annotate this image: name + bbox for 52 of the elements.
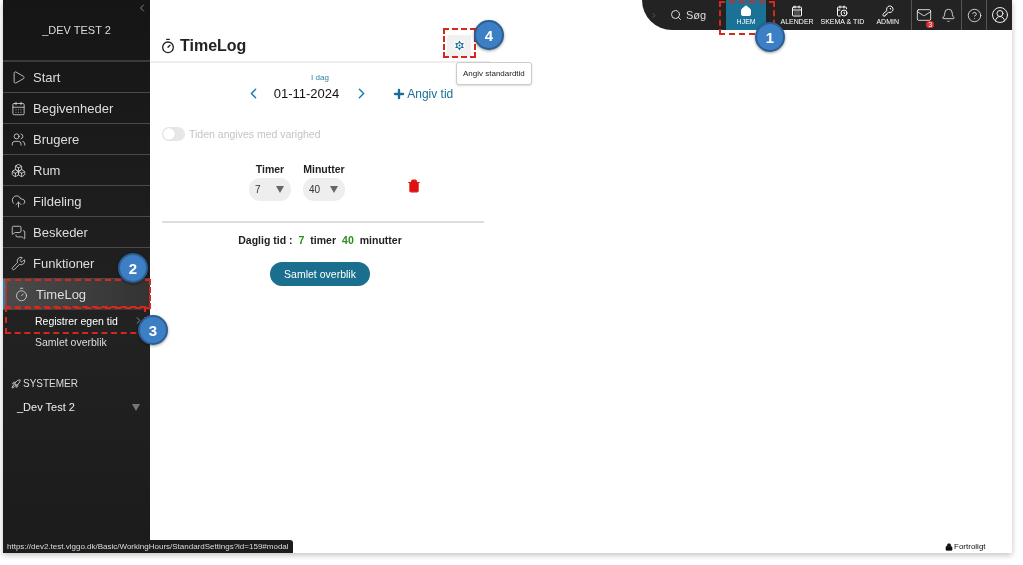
- minutes-unit: minutter: [359, 234, 402, 246]
- calendar-clock-icon: [836, 5, 849, 17]
- stopwatch-icon: [14, 286, 29, 302]
- search-button[interactable]: Søg: [665, 9, 711, 21]
- page-title: TimeLog: [180, 36, 247, 55]
- systems-heading: SYSTEMER: [23, 378, 78, 389]
- calendar-icon: [791, 5, 804, 17]
- confidential-badge: Fortroligt: [942, 540, 989, 553]
- caret-icon: [275, 186, 284, 193]
- minutes-value: 40: [342, 234, 354, 246]
- overview-button[interactable]: Samlet overblik: [270, 262, 370, 286]
- system-select[interactable]: _Dev Test 2: [3, 401, 150, 413]
- sidebar-item[interactable]: Beskeder: [3, 217, 150, 248]
- total-label: Daglig tid :: [238, 234, 293, 246]
- gear-icon: [452, 39, 466, 52]
- boxes-icon: [11, 162, 26, 178]
- add-time-button[interactable]: Angiv tid: [392, 86, 454, 101]
- settings-button[interactable]: [447, 34, 471, 57]
- select-field[interactable]: 40: [302, 178, 346, 201]
- plus-icon: [392, 86, 407, 101]
- caret-icon: [132, 403, 140, 411]
- submenu-item[interactable]: Samlet overblik: [35, 335, 107, 348]
- play-icon: [11, 69, 26, 85]
- stopwatch-icon: [160, 37, 176, 54]
- caret-icon: [330, 186, 339, 193]
- sidebar-item[interactable]: Rum: [3, 155, 150, 186]
- select-field[interactable]: 7: [248, 178, 291, 201]
- hours-unit: timer: [310, 234, 337, 246]
- date-text: 01-11-2024: [273, 86, 340, 101]
- toggle-label: Tiden angives med varighed: [189, 128, 321, 140]
- sidebar-item[interactable]: Begivenheder: [3, 93, 150, 124]
- rocket-icon: [11, 378, 21, 389]
- house-icon: [740, 5, 753, 17]
- cloud-icon: [11, 193, 26, 209]
- tooltip: Angiv standardtid: [456, 62, 532, 85]
- users-icon: [11, 131, 26, 147]
- account-title: _DEV TEST 2: [42, 24, 111, 36]
- today-link[interactable]: I dag: [311, 73, 329, 82]
- field-label: Minutter: [303, 163, 345, 175]
- hours-value: 7: [298, 234, 305, 246]
- search-icon: [669, 9, 682, 21]
- mail-icon[interactable]: [915, 7, 932, 23]
- sidebar-item[interactable]: Start: [3, 62, 150, 93]
- field-label: Timer: [255, 163, 285, 175]
- sidebar-item[interactable]: Brugere: [3, 124, 150, 155]
- wrench-icon: [11, 255, 26, 271]
- calendar-icon: [11, 100, 26, 116]
- key-icon: [881, 5, 894, 17]
- submenu-item[interactable]: Registrer egen tid: [35, 314, 118, 327]
- chat-icon: [11, 224, 26, 240]
- trash-icon[interactable]: [407, 179, 422, 193]
- sidebar-item[interactable]: Fildeling: [3, 186, 150, 217]
